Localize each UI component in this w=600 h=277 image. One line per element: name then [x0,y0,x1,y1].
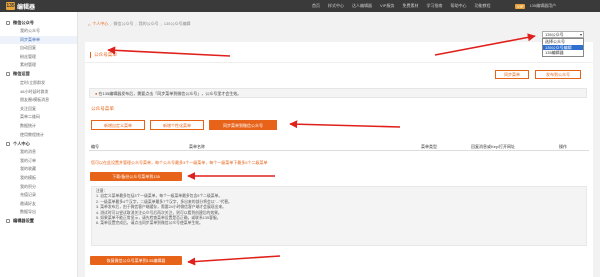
sync-to-wechat-button[interactable]: 同步菜单到微信公众号 [209,120,277,130]
breadcrumb-separator: / [135,21,137,27]
sidebar-group-operation[interactable]: 微信运营 [0,70,77,79]
nav-tutorial[interactable]: 功能教程 [474,3,490,9]
breadcrumb-item[interactable]: 微信公众号 [114,21,134,27]
sidebar-group-editor-settings[interactable]: 编辑器设置 [0,217,77,226]
sidebar-item-sync-menu[interactable]: 同步菜单单 [0,35,77,45]
col-reply: 回复消息或Key/打开网址 [471,144,516,149]
sync-menu-button[interactable]: 同步菜单 [495,70,529,79]
sidebar-item-export[interactable]: 数据导出 [0,208,77,217]
account-select-value: 135公众号 [545,32,564,37]
nav-expert-editor[interactable]: 达人编辑器 [352,3,372,9]
col-action: 操作 [559,144,567,149]
col-type: 菜单类型 [421,144,437,149]
restore-menu-button[interactable]: 恢复微信公众号菜单到135编辑器 [90,256,182,265]
user-icon [6,141,10,146]
menu-table: 编号 菜单名称 菜单类型 回复消息或Key/打开网址 操作 [89,142,589,151]
sidebar-item-follow-reply[interactable]: 关注回复 [0,105,77,114]
sidebar: 微信公众号 我的公众号 同步菜单单 自动回复 粉丝管理 素材管理 微信运营 定时… [0,12,78,277]
sidebar-item-stats[interactable]: 数据统计 [0,122,77,131]
notice-text: 在135编辑器发布后，需要点击「同步菜单到微信公众号」，公众号里才会生效。 [98,91,242,96]
nav-guide[interactable]: 学习指南 [426,3,442,9]
nav-vip[interactable]: VIP服务 [380,3,394,9]
logo[interactable]: 135 编辑器 [6,2,36,11]
nav-home[interactable]: 首页 [312,3,320,9]
sidebar-item-template-msg[interactable]: 朋友圈/模板消息 [0,96,77,105]
sidebar-group-label: 微信公众号 [13,19,34,25]
nav-free-material[interactable]: 免费素材 [402,3,418,9]
account-option[interactable]: 135编辑器 [543,50,583,56]
add-custom-menu-button[interactable]: 新增自定义菜单 [91,120,145,130]
sidebar-item-fans[interactable]: 粉丝管理 [0,53,77,62]
sidebar-item-recharge[interactable]: 充值记录 [0,191,77,200]
sidebar-item-materials[interactable]: 素材管理 [0,61,77,70]
sidebar-item-favorites[interactable]: 我的收藏 [0,165,77,174]
sidebar-group-label: 微信运营 [13,71,30,77]
sidebar-item-messages[interactable]: 我的消息 [0,148,77,157]
sidebar-item-auto-reply[interactable]: 自动回复 [0,44,77,53]
sidebar-item-templates[interactable]: 我的模板 [0,174,77,183]
rules-line: 6. 菜单设置完成后，请点击同步菜单到微信公众号使菜单生效。 [96,221,203,226]
top-nav: 首页 样式中心 达人编辑器 VIP服务 免费素材 学习指南 帮助中心 功能教程 [312,0,490,12]
sidebar-item-orders[interactable]: 我的订单 [0,157,77,166]
sidebar-group-wechat[interactable]: 微信公众号 [0,18,77,27]
sidebar-item-points[interactable]: 我的积分 [0,183,77,192]
sidebar-item-menu-qr[interactable]: 菜单二维码 [0,113,77,122]
breadcrumb-separator: / [160,21,162,27]
breadcrumb-item[interactable]: 我的公众号 [139,21,159,27]
logo-mark: 135 [6,2,15,10]
nav-help[interactable]: 帮助中心 [450,3,466,9]
vip-badge[interactable]: VIP [515,3,526,9]
warning-icon: ● [95,91,98,96]
section-title: 公众号菜单 [91,106,114,111]
sidebar-item-my-accounts[interactable]: 我的公众号 [0,27,77,36]
col-id: 编号 [91,144,99,149]
sidebar-item-invite[interactable]: 邀请好友 [0,200,77,209]
breadcrumb-separator: / [110,21,112,27]
rules-box: 注意： 1. 自定义菜单最多包括3个一级菜单，每个一级菜单最多包含5个二级菜单。… [91,186,587,246]
settings-icon [6,219,10,224]
download-menu-button[interactable]: 下载/备份公众号菜单到135 [90,172,182,181]
top-bar: 135 编辑器 首页 样式中心 达人编辑器 VIP服务 免费素材 学习指南 帮助… [0,0,600,12]
account-select[interactable]: 135公众号 ▾ [542,31,584,38]
panel-title: 公众号菜单 [90,52,117,58]
publish-button[interactable]: 发布到公众号 [535,70,581,79]
breadcrumb: ⌂ 个人中心 / 微信公众号 / 我的公众号 / 135公众号编辑 [88,20,190,28]
table-header: 编号 菜单名称 菜单类型 回复消息或Key/打开网址 操作 [89,142,589,151]
breadcrumb-current: 135公众号编辑 [163,21,191,26]
sidebar-group-label: 个人中心 [13,140,30,146]
home-icon[interactable]: ⌂ [88,22,90,27]
sidebar-group-label: 编辑器设置 [13,218,34,224]
notice-bar: ● 在135编辑器发布后，需要点击「同步菜单到微信公众号」，公众号里才会生效。 [89,88,587,98]
menu-panel: 公众号菜单 同步菜单 发布到公众号 ● 在135编辑器发布后，需要点击「同步菜单… [85,42,593,277]
nav-styles[interactable]: 样式中心 [328,3,344,9]
breadcrumb-item[interactable]: 个人中心 [92,21,108,27]
sidebar-item-48h[interactable]: 48小时延时群发 [0,88,77,97]
sidebar-item-scheduled[interactable]: 定时/立即群发 [0,79,77,88]
action-tabs: 新增自定义菜单 新增个性化菜单 同步菜单到微信公众号 [91,120,277,130]
logo-text: 编辑器 [17,4,36,11]
hint-text: 您可以在此设置并管理公众号菜单，每个公众号最多3个一级菜单，每个一级菜单下最多5… [91,160,268,165]
wechat-icon [6,20,10,25]
panel-header: 公众号菜单 [85,49,593,63]
sidebar-group-personal[interactable]: 个人中心 [0,139,77,148]
col-name: 菜单名称 [189,144,205,149]
user-name[interactable]: 135编辑器用户 [529,3,556,9]
account-dropdown: 选择公众号 135公众号编辑 135编辑器 [542,38,584,57]
user-area: VIP 135编辑器用户 [515,0,556,12]
add-personal-menu-button[interactable]: 新增个性化菜单 [150,120,204,130]
sidebar-item-tutorial-stats[interactable]: 使用教程统计 [0,131,77,140]
operation-icon [6,72,10,77]
